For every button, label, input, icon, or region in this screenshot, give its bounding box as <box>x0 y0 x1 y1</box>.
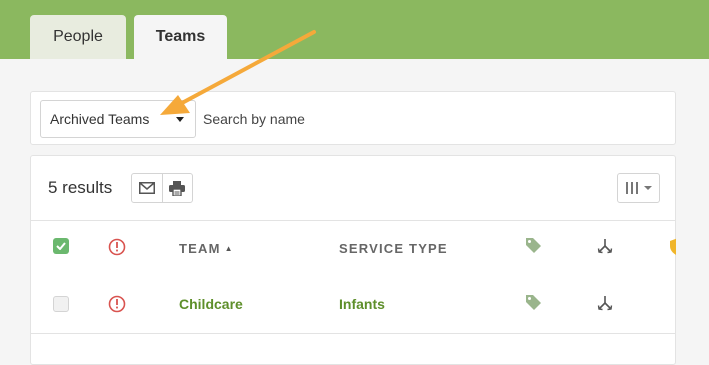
team-link[interactable]: Childcare <box>179 296 243 312</box>
tag-icon <box>526 295 541 310</box>
tag-icon <box>526 238 541 253</box>
tab-teams[interactable]: Teams <box>134 15 227 59</box>
email-button[interactable] <box>132 174 162 202</box>
service-type-cell: Infants <box>339 275 385 333</box>
row-checkbox[interactable] <box>53 296 69 312</box>
alert-circle-icon <box>108 238 126 256</box>
shield-icon-wrapper <box>670 238 676 256</box>
team-status-select[interactable]: Archived Teams <box>40 100 196 138</box>
header-bar: People Teams <box>0 0 709 59</box>
sort-asc-icon: ▲ <box>224 243 233 253</box>
results-actions <box>131 173 193 203</box>
results-count: 5 results <box>48 178 113 197</box>
search-input[interactable] <box>203 104 663 134</box>
sort-team-header[interactable]: TEAM ▲ <box>179 221 233 275</box>
envelope-icon <box>138 182 155 194</box>
team-status-select-value: Archived Teams <box>50 111 150 127</box>
service-type-column-label: SERVICE TYPE <box>339 240 448 256</box>
shield-icon <box>670 238 676 255</box>
select-all-checkbox[interactable] <box>53 238 69 254</box>
filter-panel: Archived Teams <box>30 91 676 145</box>
printer-icon <box>169 180 186 196</box>
print-button[interactable] <box>161 174 193 202</box>
columns-icon <box>625 182 638 194</box>
checkmark-icon <box>56 242 66 250</box>
table-header: TEAM ▲ SERVICE TYPE <box>31 220 676 276</box>
tab-people[interactable]: People <box>30 15 126 59</box>
table-row[interactable]: Childcare Infants <box>31 275 675 334</box>
team-cell: Childcare <box>179 275 243 333</box>
chevron-down-icon <box>643 186 652 190</box>
alert-circle-icon <box>108 295 126 313</box>
chevron-down-icon <box>176 117 184 122</box>
service-type-link[interactable]: Infants <box>339 296 385 312</box>
service-type-header[interactable]: SERVICE TYPE <box>339 221 448 275</box>
team-column-label: TEAM <box>179 240 221 256</box>
merge-icon <box>597 239 613 254</box>
results-panel: 5 results TEAM ▲ SERVICE TYPE Childcare … <box>30 155 676 365</box>
merge-icon <box>597 296 613 311</box>
column-toggle-button[interactable] <box>617 173 660 203</box>
